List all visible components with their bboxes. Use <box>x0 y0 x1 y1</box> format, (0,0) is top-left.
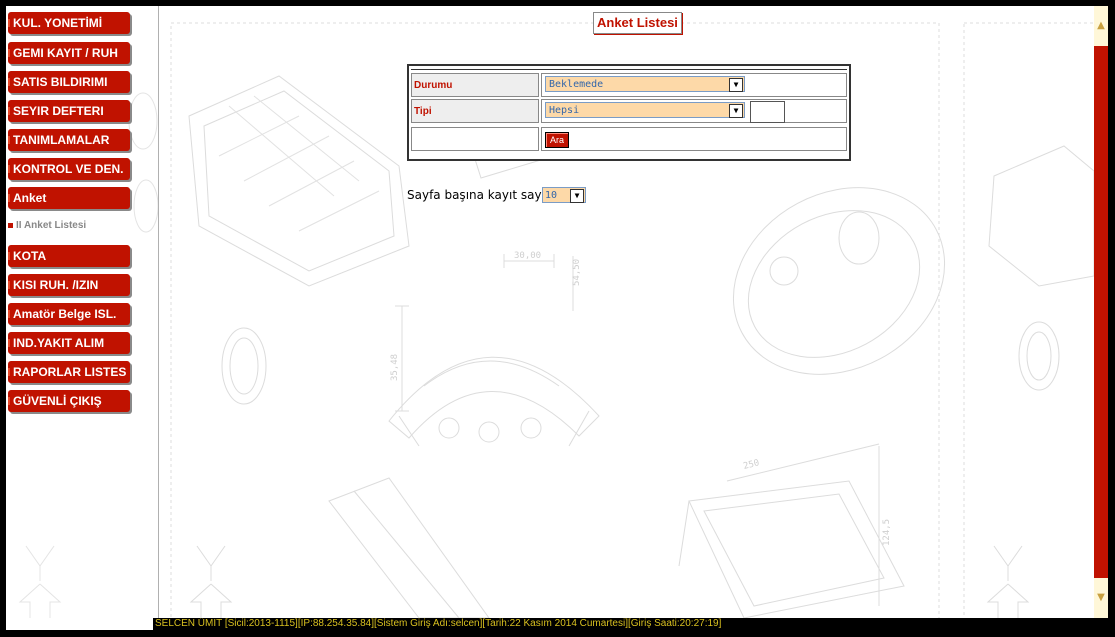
page-size-select[interactable]: 10 ▼ <box>542 187 586 203</box>
sidebar-item-4[interactable]: TANIMLAMALAR <box>8 129 130 151</box>
search-cell: Ara <box>541 127 847 151</box>
tipi-extra-input[interactable] <box>750 101 785 123</box>
page-size-label: Sayfa başına kayıt sayısı <box>407 188 555 202</box>
page-size-value: 10 <box>545 190 558 201</box>
sidebar-subitem-anket-listesi[interactable]: II Anket Listesi <box>8 218 148 234</box>
sidebar-subitem-label: II Anket Listesi <box>16 220 87 231</box>
sidebar-item-11[interactable]: RAPORLAR LISTES <box>8 361 130 383</box>
chevron-down-icon[interactable]: ▼ <box>570 189 584 203</box>
sidebar-item-8[interactable]: KISI RUH. /IZIN <box>8 274 130 296</box>
sidebar-item-10[interactable]: IND.YAKIT ALIM <box>8 332 130 354</box>
dimension-label: 35,48 <box>390 354 400 381</box>
sidebar-item-1[interactable]: GEMI KAYIT / RUH <box>8 42 130 64</box>
sidebar-item-12[interactable]: GÜVENLİ ÇIKIŞ <box>8 390 130 412</box>
arrow-down-icon[interactable]: ▼ <box>1094 578 1108 618</box>
sidebar: KUL. YONETİMİ GEMI KAYIT / RUH SATIS BILDI… <box>6 6 158 618</box>
search-button[interactable]: Ara <box>545 132 570 148</box>
durum-cell: Beklemede ▼ <box>541 73 847 97</box>
dimension-label: 54,50 <box>572 259 582 286</box>
durum-select-value: Beklemede <box>549 79 604 90</box>
square-bullet-icon <box>8 222 13 228</box>
sidebar-item-6[interactable]: Anket <box>8 187 130 209</box>
durum-select[interactable]: Beklemede ▼ <box>545 76 745 92</box>
dimension-label: 250 <box>742 458 760 472</box>
durum-label: Durumu <box>411 73 539 97</box>
arrow-up-icon[interactable]: ▲ <box>1094 6 1108 46</box>
sidebar-item-9[interactable]: Amatör Belge ISL. <box>8 303 130 325</box>
filter-form: Durumu Beklemede ▼ Tipi Hepsi ▼ Ara <box>407 64 851 161</box>
sidebar-item-5[interactable]: KONTROL VE DEN. <box>8 158 130 180</box>
chevron-down-icon[interactable]: ▼ <box>729 104 743 118</box>
tipi-select[interactable]: Hepsi ▼ <box>545 102 745 118</box>
sidebar-item-7[interactable]: KOTA <box>8 245 130 267</box>
sidebar-item-2[interactable]: SATIS BILDIRIMI <box>8 71 130 93</box>
main-content: 30,00 54,50 35,48 250 124,5 Anket Listes… <box>159 6 1094 618</box>
status-bar: SELCEN ÜMİT [Sicil:2013-1115][IP:88.254.… <box>153 618 1108 630</box>
form-row-tipi: Tipi Hepsi ▼ <box>411 99 847 125</box>
form-row-search: Ara <box>411 127 847 153</box>
page-title: Anket Listesi <box>593 12 682 34</box>
browser-frame: KUL. YONETİMİ GEMI KAYIT / RUH SATIS BILDI… <box>6 6 1108 630</box>
sidebar-item-0[interactable]: KUL. YONETİMİ <box>8 12 130 34</box>
dimension-label: 124,5 <box>882 519 892 546</box>
empty-label-cell <box>411 127 539 151</box>
dimension-label: 30,00 <box>514 251 541 261</box>
form-row-durum: Durumu Beklemede ▼ <box>411 73 847 99</box>
vertical-scrollbar[interactable]: ▲ ▼ <box>1094 6 1108 618</box>
chevron-down-icon[interactable]: ▼ <box>729 78 743 92</box>
sidebar-item-3[interactable]: SEYIR DEFTERI <box>8 100 130 122</box>
form-top-border <box>411 69 847 70</box>
tipi-label: Tipi <box>411 99 539 123</box>
tipi-cell: Hepsi ▼ <box>541 99 847 123</box>
tipi-select-value: Hepsi <box>549 105 580 116</box>
